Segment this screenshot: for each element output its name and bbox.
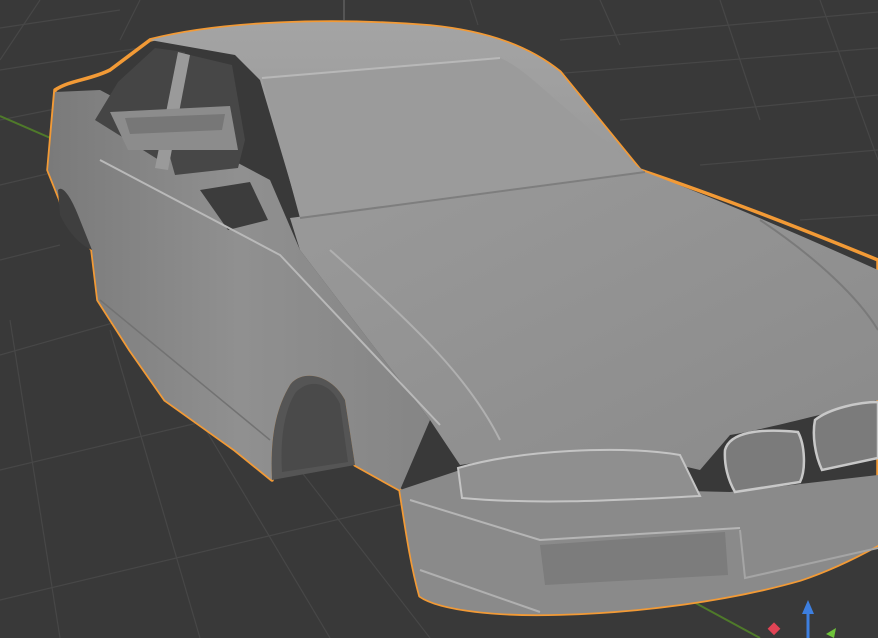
gizmo-z-arrow-icon: [802, 600, 814, 614]
gizmo-x-handle-icon: [767, 622, 781, 636]
viewport-canvas[interactable]: [0, 0, 878, 638]
y-axis-line-front: [689, 599, 761, 638]
y-axis-line: [0, 115, 56, 141]
gizmo-y-handle-icon: [826, 628, 836, 638]
navigation-gizmo[interactable]: [767, 600, 836, 638]
car-body-mesh[interactable]: [46, 20, 878, 617]
3d-viewport[interactable]: [0, 0, 878, 638]
